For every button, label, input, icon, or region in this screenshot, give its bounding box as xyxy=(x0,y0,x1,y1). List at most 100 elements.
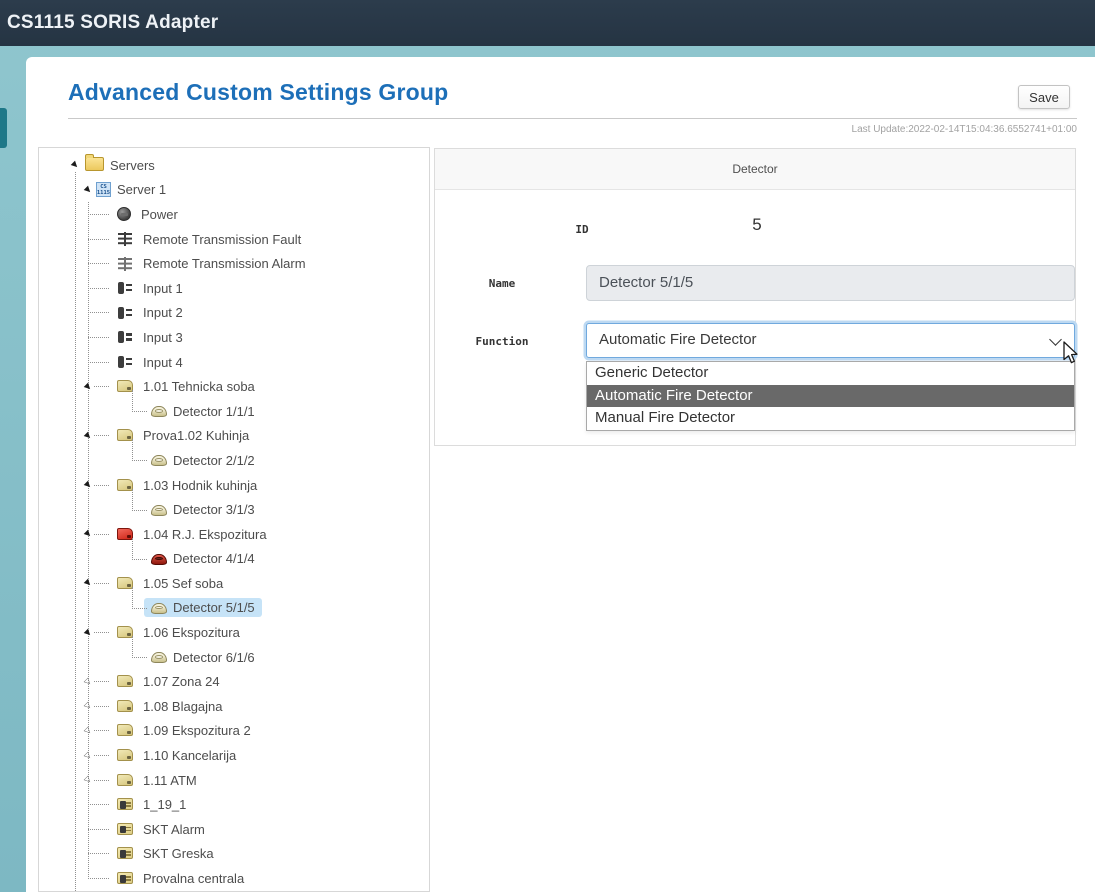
save-button[interactable]: Save xyxy=(1018,85,1070,109)
name-input[interactable]: Detector 5/1/5 xyxy=(586,265,1075,301)
detail-panel-title: Detector xyxy=(435,149,1075,190)
tree-item-provalna-centrala[interactable]: Provalna centrala xyxy=(39,866,429,891)
tree-item-input-1[interactable]: Input 1 xyxy=(39,276,429,301)
tree-item-label: Remote Transmission Alarm xyxy=(143,256,306,271)
device-tree: ▶Servers▶CS1115Server 1PowerRemote Trans… xyxy=(39,148,429,891)
expand-icon[interactable]: ▷ xyxy=(81,675,95,689)
tree-connector-stub xyxy=(94,435,109,436)
tree-connector-stub xyxy=(88,239,109,240)
zone-icon xyxy=(117,749,133,761)
tree-item-label: Detector 2/1/2 xyxy=(173,453,255,468)
tree-connector-stub xyxy=(94,386,109,387)
tree-item-1-08-blagajna[interactable]: ▷ 1.08 Blagajna xyxy=(39,694,429,719)
collapse-icon[interactable]: ▶ xyxy=(81,527,95,541)
keypad-icon xyxy=(117,847,133,859)
id-value: 5 xyxy=(737,215,777,235)
tree-item-1-03-hodnik-kuhinja[interactable]: ▶1.03 Hodnik kuhinja xyxy=(39,473,429,498)
app-header: CS1115 SORIS Adapter xyxy=(0,0,1095,46)
zone-icon xyxy=(117,700,133,712)
tree-item-detector-3-1-3[interactable]: Detector 3/1/3 xyxy=(39,497,429,522)
tree-item-1-06-ekspozitura[interactable]: ▶1.06 Ekspozitura xyxy=(39,620,429,645)
zone-icon xyxy=(117,577,133,589)
collapse-icon[interactable]: ▶ xyxy=(81,576,95,590)
tree-item-input-3[interactable]: Input 3 xyxy=(39,325,429,350)
tree-item-label: 1.08 Blagajna xyxy=(143,699,223,714)
tree-item-label: SKT Greska xyxy=(143,846,214,861)
collapse-icon[interactable]: ▶ xyxy=(81,183,95,197)
tree-item-detector-2-1-2[interactable]: Detector 2/1/2 xyxy=(39,448,429,473)
left-rail-tab[interactable] xyxy=(0,108,7,148)
tree-item-power[interactable]: Power xyxy=(39,202,429,227)
function-option-automatic-fire-detector[interactable]: Automatic Fire Detector xyxy=(587,385,1074,408)
tree-item-prova1-02-kuhinja[interactable]: ▶Prova1.02 Kuhinja xyxy=(39,424,429,449)
detector-icon xyxy=(151,603,167,614)
tree-connector-stub xyxy=(88,829,109,830)
tree-connector-stub xyxy=(88,853,109,854)
detector-icon xyxy=(151,455,167,466)
tree-item-input-4[interactable]: Input 4 xyxy=(39,350,429,375)
tree-item-1-09-ekspozitura-2[interactable]: ▷ 1.09 Ekspozitura 2 xyxy=(39,719,429,744)
tree-item-1-05-sef-soba[interactable]: ▶1.05 Sef soba xyxy=(39,571,429,596)
tree-item-1-04-r-j-ekspozitura[interactable]: ▶1.04 R.J. Ekspozitura xyxy=(39,522,429,547)
tree-connector-stub xyxy=(88,312,109,313)
collapse-icon[interactable]: ▶ xyxy=(81,626,95,640)
expand-icon[interactable]: ▷ xyxy=(81,699,95,713)
tree-item-detector-6-1-6[interactable]: Detector 6/1/6 xyxy=(39,645,429,670)
tree-item-remote-transmission-fault[interactable]: Remote Transmission Fault xyxy=(39,227,429,252)
tree-item-label: Detector 3/1/3 xyxy=(173,502,255,517)
tree-item-label: 1.09 Ekspozitura 2 xyxy=(143,723,251,738)
detector-icon xyxy=(151,406,167,417)
tree-item-skt-greska[interactable]: SKT Greska xyxy=(39,842,429,867)
tree-item-1-19-1[interactable]: 1_19_1 xyxy=(39,792,429,817)
tree-connector-stub xyxy=(94,485,109,486)
function-option-manual-fire-detector[interactable]: Manual Fire Detector xyxy=(587,407,1074,430)
expand-icon[interactable]: ▷ xyxy=(81,748,95,762)
expand-icon[interactable]: ▷ xyxy=(81,724,95,738)
tree-selected-highlight: Detector 5/1/5 xyxy=(144,598,262,617)
tree-item-detector-1-1-1[interactable]: Detector 1/1/1 xyxy=(39,399,429,424)
tree-item-1-01-tehnicka-soba[interactable]: ▶1.01 Tehnicka soba xyxy=(39,374,429,399)
remote-transmission-icon xyxy=(117,232,133,246)
collapse-icon[interactable]: ▶ xyxy=(68,158,82,172)
tree-item-1-10-kancelarija[interactable]: ▷1.10 Kancelarija xyxy=(39,743,429,768)
tree-item-label: 1.07 Zona 24 xyxy=(143,674,220,689)
function-option-generic-detector[interactable]: Generic Detector xyxy=(587,362,1074,385)
tree-item-1-07-zona-24[interactable]: ▷ 1.07 Zona 24 xyxy=(39,669,429,694)
tree-connector-stub xyxy=(94,583,109,584)
tree-item-input-2[interactable]: Input 2 xyxy=(39,301,429,326)
tree-item-detector-4-1-4[interactable]: Detector 4/1/4 xyxy=(39,547,429,572)
collapse-icon[interactable]: ▶ xyxy=(81,380,95,394)
zone-red-icon xyxy=(117,528,133,540)
function-select[interactable]: Automatic Fire Detector xyxy=(586,323,1075,358)
collapse-icon[interactable]: ▶ xyxy=(81,478,95,492)
tree-item-servers[interactable]: ▶Servers xyxy=(39,153,429,178)
input-icon xyxy=(117,306,133,320)
tree-connector-stub xyxy=(88,214,109,215)
device-tree-panel: ▶Servers▶CS1115Server 1PowerRemote Trans… xyxy=(38,147,430,892)
tree-item-1-11-atm[interactable]: ▷1.11 ATM xyxy=(39,768,429,793)
tree-connector-stub xyxy=(94,730,109,731)
tree-connector-stub xyxy=(88,362,109,363)
tree-connector-stub xyxy=(94,780,109,781)
power-icon xyxy=(117,207,131,221)
tree-connector-stub xyxy=(88,804,109,805)
page-title: Advanced Custom Settings Group xyxy=(68,79,448,106)
tree-item-server-1[interactable]: ▶CS1115Server 1 xyxy=(39,178,429,203)
tree-item-label: Input 4 xyxy=(143,355,183,370)
collapse-icon[interactable]: ▶ xyxy=(81,429,95,443)
tree-item-remote-transmission-alarm[interactable]: Remote Transmission Alarm xyxy=(39,251,429,276)
tree-item-skt-alarm[interactable]: SKT Alarm xyxy=(39,817,429,842)
tree-connector-corner xyxy=(132,636,147,658)
app-title: CS1115 SORIS Adapter xyxy=(0,12,218,34)
tree-item-label: SKT Alarm xyxy=(143,822,205,837)
expand-icon[interactable]: ▷ xyxy=(81,773,95,787)
function-select-value: Automatic Fire Detector xyxy=(599,331,757,348)
tree-item-label: Input 1 xyxy=(143,281,183,296)
tree-item-detector-5-1-5[interactable]: Detector 5/1/5 xyxy=(39,596,429,621)
tree-item-label: Input 2 xyxy=(143,305,183,320)
mouse-cursor xyxy=(1060,340,1080,366)
keypad-icon xyxy=(117,823,133,835)
tree-connector-corner xyxy=(132,587,147,609)
tree-connector-stub xyxy=(94,681,109,682)
detector-detail-panel: Detector ID 5 Name Detector 5/1/5 Functi… xyxy=(434,148,1076,446)
